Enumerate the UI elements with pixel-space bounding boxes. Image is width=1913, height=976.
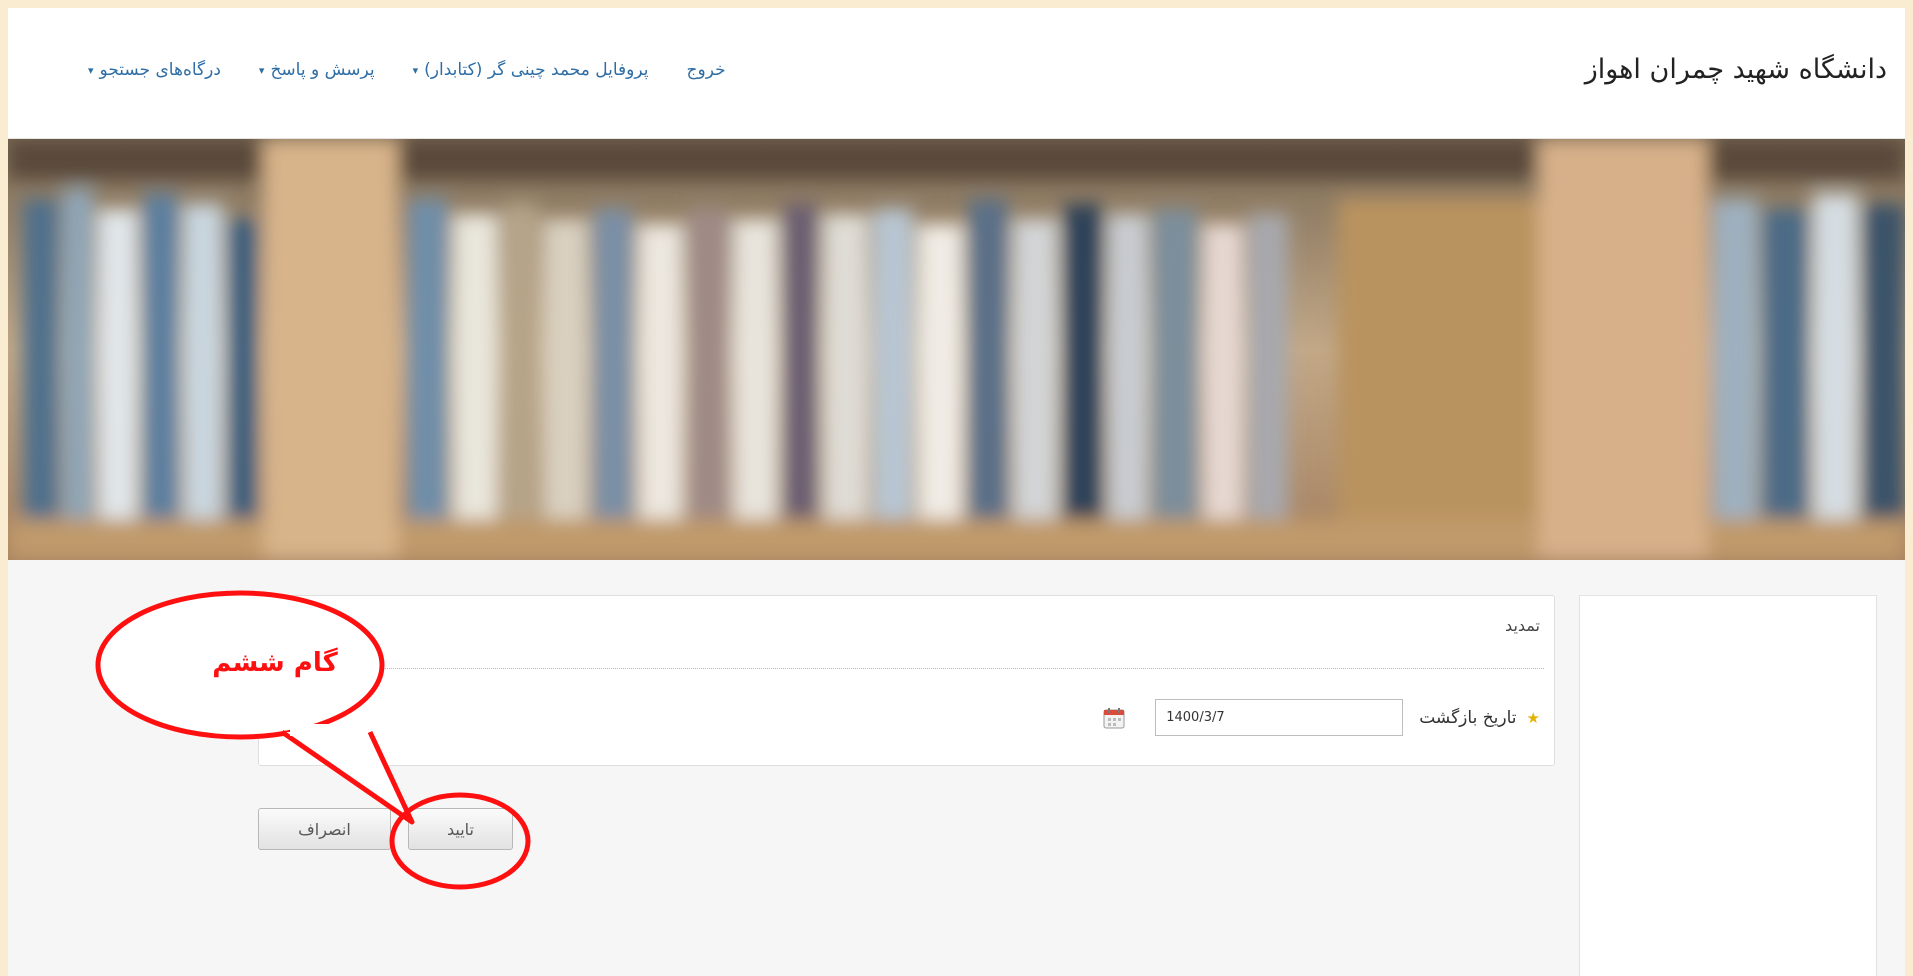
nav-profile-label: پروفایل محمد چینی گر (کتابدار): [424, 60, 649, 80]
nav-logout[interactable]: خروج: [687, 60, 726, 80]
nav-search-portals-label: درگاه‌های جستجو: [99, 60, 221, 80]
bookshelf-image: [8, 139, 1905, 560]
step-callout-label: گام ششم: [212, 648, 338, 678]
chevron-down-icon: ▾: [258, 63, 265, 77]
main-nav: درگاه‌های جستجو ▾ پرسش و پاسخ ▾ پروفایل …: [88, 60, 726, 80]
nav-profile[interactable]: پروفایل محمد چینی گر (کتابدار) ▾: [413, 60, 649, 80]
divider: [269, 668, 1544, 669]
nav-logout-label: خروج: [686, 60, 726, 80]
cancel-button[interactable]: انصراف: [258, 808, 391, 850]
calendar-icon[interactable]: [1103, 707, 1125, 729]
chevron-down-icon: ▾: [88, 63, 94, 77]
nav-search-portals[interactable]: درگاه‌های جستجو ▾: [88, 60, 221, 80]
renewal-form-panel: تمدید ★ تاریخ بازگشت: [258, 595, 1555, 766]
chevron-down-icon: ▾: [412, 63, 419, 77]
page-frame: دانشگاه شهید چمران اهواز درگاه‌های جستجو…: [8, 8, 1905, 976]
bookshelf-banner: [8, 139, 1905, 560]
return-date-row: ★ تاریخ بازگشت: [1103, 699, 1540, 736]
return-date-label: تاریخ بازگشت: [1419, 707, 1517, 728]
side-panel: [1579, 595, 1877, 976]
site-title[interactable]: دانشگاه شهید چمران اهواز: [1585, 54, 1887, 85]
required-star-icon: ★: [1526, 708, 1540, 727]
nav-qa-label: پرسش و پاسخ: [270, 60, 375, 80]
confirm-button[interactable]: تایید: [408, 808, 513, 850]
nav-qa[interactable]: پرسش و پاسخ ▾: [259, 60, 375, 80]
return-date-input[interactable]: [1155, 699, 1404, 736]
panel-title: تمدید: [1505, 616, 1540, 635]
top-navbar: دانشگاه شهید چمران اهواز درگاه‌های جستجو…: [8, 8, 1905, 139]
